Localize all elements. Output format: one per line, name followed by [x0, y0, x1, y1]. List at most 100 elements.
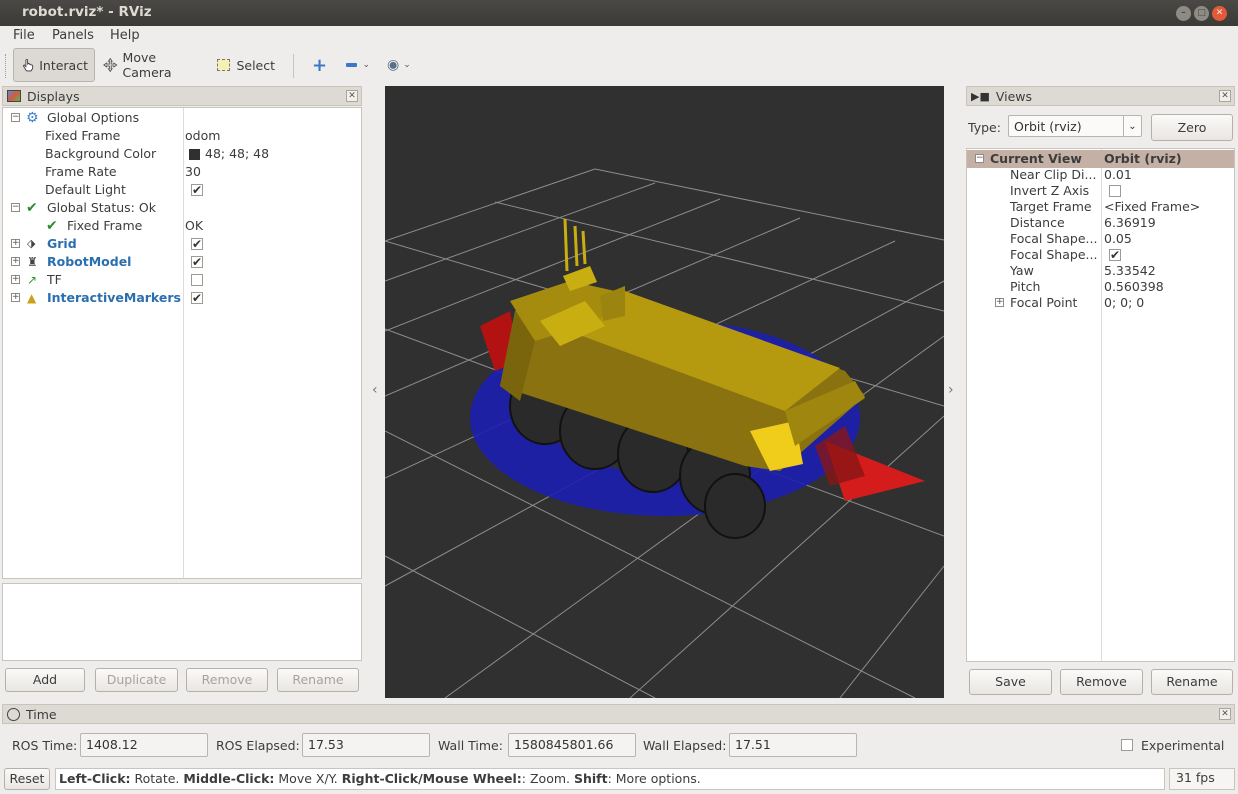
move-camera-button[interactable]: Move Camera — [96, 48, 208, 82]
invert-z-checkbox[interactable] — [1109, 185, 1121, 197]
remove-display-button[interactable]: Remove — [186, 668, 268, 692]
hint-middle-click: Middle-Click: — [183, 771, 275, 786]
prop-name: Background Color — [45, 146, 157, 161]
time-title: Time — [26, 706, 57, 722]
menubar: File Panels Help — [0, 26, 1238, 46]
robotmodel-checkbox[interactable] — [191, 253, 203, 271]
prop-name: Focal Point — [1010, 295, 1078, 310]
panels-visibility-button[interactable]: ◉ ⌄ — [381, 48, 417, 82]
move-camera-icon — [103, 57, 118, 73]
add-display-button[interactable]: Add — [5, 668, 85, 692]
grid-checkbox[interactable] — [191, 235, 203, 253]
wall-time-field[interactable]: 1580845801.66 — [508, 733, 636, 757]
displays-title: Displays — [27, 88, 80, 104]
prop-value[interactable]: odom — [185, 127, 220, 145]
select-button[interactable]: Select — [211, 48, 281, 82]
views-title: Views — [995, 88, 1033, 104]
remove-tool-button[interactable]: ⌄ — [340, 48, 376, 82]
window-title: robot.rviz* - RViz — [22, 4, 152, 20]
minimize-icon[interactable]: – — [1176, 6, 1191, 21]
wall-elapsed-field[interactable]: 17.51 — [729, 733, 857, 757]
duplicate-display-button[interactable]: Duplicate — [95, 668, 178, 692]
chevron-down-icon: ⌄ — [403, 60, 411, 70]
expand-icon[interactable]: + — [11, 239, 20, 248]
default-light-checkbox[interactable] — [191, 181, 203, 199]
tree-row-default-light[interactable]: Default Light — [3, 181, 361, 199]
tree-row-frame-rate[interactable]: Frame Rate 30 — [3, 163, 361, 181]
hint-left-click: Left-Click: — [59, 771, 131, 786]
collapse-icon[interactable]: − — [975, 154, 984, 163]
expand-icon[interactable]: + — [11, 275, 20, 284]
render-viewport-3d[interactable] — [385, 86, 944, 698]
eye-icon: ◉ — [387, 57, 400, 73]
prop-value[interactable]: 48; 48; 48 — [205, 145, 269, 163]
prop-name: Fixed Frame — [45, 128, 121, 143]
close-window-icon[interactable]: ✕ — [1212, 6, 1227, 21]
menu-file[interactable]: File — [13, 28, 35, 43]
close-icon[interactable]: ✕ — [1219, 708, 1231, 720]
displays-tree: − ⚙ Global Options Fixed Frame odom Back… — [2, 107, 362, 579]
tree-row-background-color[interactable]: Background Color 48; 48; 48 — [3, 145, 361, 163]
focal-shape-checkbox[interactable] — [1109, 246, 1121, 264]
tree-row-grid[interactable]: + ⬗ Grid — [3, 235, 361, 253]
close-icon[interactable]: ✕ — [1219, 90, 1231, 102]
window-titlebar: robot.rviz* - RViz – □ ✕ — [0, 0, 1238, 26]
view-type-select[interactable]: Orbit (rviz) ⌄ — [1008, 115, 1142, 137]
rename-view-button[interactable]: Rename — [1151, 669, 1233, 695]
interact-label: Interact — [39, 57, 88, 73]
rename-display-button[interactable]: Rename — [277, 668, 359, 692]
move-camera-label: Move Camera — [122, 50, 172, 80]
tree-row-focal-point[interactable]: + Focal Point 0; 0; 0 — [967, 294, 1234, 312]
tree-row-global-options[interactable]: − ⚙ Global Options — [3, 109, 361, 127]
color-swatch[interactable] — [189, 149, 200, 160]
remove-view-button[interactable]: Remove — [1060, 669, 1143, 695]
toolbar: Interact Move Camera Select + ⌄ ◉ ⌄ — [0, 46, 1238, 86]
experimental-checkbox[interactable] — [1121, 739, 1133, 751]
tree-row-interactivemarkers[interactable]: + ▲ InteractiveMarkers — [3, 289, 361, 307]
collapse-right-icon[interactable]: › — [948, 382, 954, 398]
interactivemarkers-checkbox[interactable] — [191, 289, 203, 307]
tree-row-robotmodel[interactable]: + ♜ RobotModel — [3, 253, 361, 271]
views-panel-header: ▶■ Views ✕ — [966, 86, 1235, 106]
toolbar-separator — [293, 54, 294, 78]
time-panel-header: Time ✕ — [2, 704, 1235, 724]
hint-text: : More options. — [607, 771, 701, 786]
tf-checkbox[interactable] — [191, 274, 203, 286]
menu-panels[interactable]: Panels — [52, 28, 94, 43]
tree-row-status-fixed-frame[interactable]: ✔ Fixed Frame OK — [3, 217, 361, 235]
collapse-left-icon[interactable]: ‹ — [372, 382, 378, 398]
reset-button[interactable]: Reset — [4, 768, 50, 790]
interact-button[interactable]: Interact — [13, 48, 95, 82]
prop-value[interactable]: 30 — [185, 163, 201, 181]
hint-right-click: Right-Click/Mouse Wheel: — [341, 771, 522, 786]
expand-icon[interactable]: + — [11, 257, 20, 266]
ros-time-label: ROS Time: — [12, 738, 78, 753]
chevron-down-icon: ⌄ — [1123, 116, 1141, 136]
maximize-icon[interactable]: □ — [1194, 6, 1209, 21]
display-description-box — [2, 583, 362, 661]
checkmark-icon: ✔ — [26, 200, 38, 216]
collapse-icon[interactable]: − — [11, 203, 20, 212]
hint-shift: Shift — [573, 771, 608, 786]
collapse-icon[interactable]: − — [11, 113, 20, 122]
tree-row-global-status[interactable]: − ✔ Global Status: Ok — [3, 199, 361, 217]
clock-icon — [7, 707, 20, 721]
marker-icon: ▲ — [27, 291, 37, 305]
toolbar-grip[interactable] — [5, 54, 8, 78]
tree-row-fixed-frame[interactable]: Fixed Frame odom — [3, 127, 361, 145]
prop-name: Default Light — [45, 182, 126, 197]
ros-time-field[interactable]: 1408.12 — [80, 733, 208, 757]
ros-elapsed-label: ROS Elapsed: — [216, 738, 300, 753]
add-tool-button[interactable]: + — [306, 48, 330, 82]
tree-row-tf[interactable]: + ↗ TF — [3, 271, 361, 289]
monitor-icon — [7, 90, 21, 102]
expand-icon[interactable]: + — [995, 298, 1004, 307]
menu-help[interactable]: Help — [110, 28, 140, 43]
expand-icon[interactable]: + — [11, 293, 20, 302]
close-icon[interactable]: ✕ — [346, 90, 358, 102]
save-view-button[interactable]: Save — [969, 669, 1052, 695]
prop-value[interactable]: 0; 0; 0 — [1104, 294, 1144, 312]
display-name: Grid — [47, 236, 77, 251]
zero-button[interactable]: Zero — [1151, 114, 1233, 141]
ros-elapsed-field[interactable]: 17.53 — [302, 733, 430, 757]
